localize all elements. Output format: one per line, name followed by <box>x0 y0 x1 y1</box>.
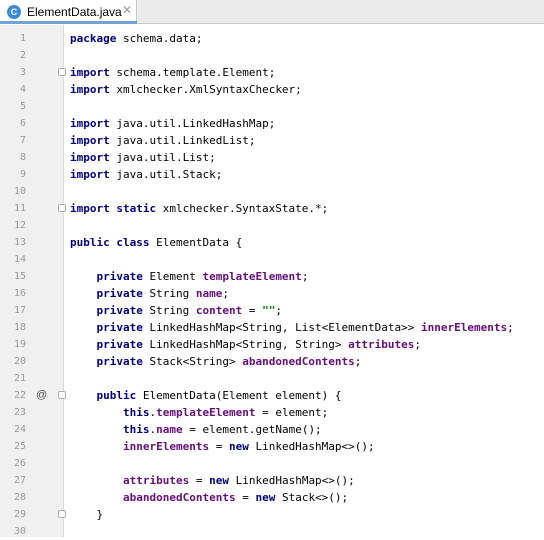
code-line[interactable]: 28 abandonedContents = new Stack<>(); <box>0 489 544 506</box>
code-line[interactable]: 10 <box>0 183 544 200</box>
line-number: 19 <box>13 339 26 350</box>
line-number: 14 <box>13 254 26 265</box>
line-number: 22 <box>13 390 26 401</box>
code-text: private LinkedHashMap<String, String> at… <box>70 338 422 351</box>
line-number: 3 <box>19 67 26 78</box>
code-line[interactable]: 2 <box>0 47 544 64</box>
code-line[interactable]: 30 <box>0 523 544 540</box>
code-text: attributes = new LinkedHashMap<>(); <box>70 474 355 487</box>
line-number: 23 <box>13 407 26 418</box>
code-text: public class ElementData { <box>70 236 243 249</box>
file-tab[interactable]: C ElementData.java ✕ <box>0 0 137 24</box>
line-number: 30 <box>13 526 26 537</box>
code-line[interactable]: 21 <box>0 370 544 387</box>
code-text: private Stack<String> abandonedContents; <box>70 355 362 368</box>
code-text: private Element templateElement; <box>70 270 309 283</box>
code-line[interactable]: 12 <box>0 217 544 234</box>
code-line[interactable]: 19 private LinkedHashMap<String, String>… <box>0 336 544 353</box>
line-number: 26 <box>13 458 26 469</box>
code-text: abandonedContents = new Stack<>(); <box>70 491 349 504</box>
line-number: 28 <box>13 492 26 503</box>
line-number: 4 <box>19 84 26 95</box>
fold-icon[interactable] <box>58 204 66 212</box>
code-line[interactable]: 17 private String content = ""; <box>0 302 544 319</box>
line-number: 29 <box>13 509 26 520</box>
close-icon[interactable]: ✕ <box>122 3 132 17</box>
line-number: 15 <box>13 271 26 282</box>
line-number: 5 <box>19 101 26 112</box>
code-text: import xmlchecker.XmlSyntaxChecker; <box>70 83 302 96</box>
override-annotation-icon[interactable]: @ <box>36 387 47 404</box>
code-text: innerElements = new LinkedHashMap<>(); <box>70 440 375 453</box>
line-number: 12 <box>13 220 26 231</box>
code-line[interactable]: 6 import java.util.LinkedHashMap; <box>0 115 544 132</box>
line-number: 9 <box>19 169 26 180</box>
code-line[interactable]: 22 @ public ElementData(Element element) … <box>0 387 544 404</box>
line-number: 18 <box>13 322 26 333</box>
code-text: import java.util.LinkedHashMap; <box>70 117 276 130</box>
code-line[interactable]: 4 import xmlchecker.XmlSyntaxChecker; <box>0 81 544 98</box>
line-number: 10 <box>13 186 26 197</box>
active-tab-indicator <box>0 21 137 24</box>
code-line[interactable]: 9 import java.util.Stack; <box>0 166 544 183</box>
code-text: public ElementData(Element element) { <box>70 389 342 402</box>
code-line[interactable]: 16 private String name; <box>0 285 544 302</box>
code-line[interactable]: 15 private Element templateElement; <box>0 268 544 285</box>
java-class-icon: C <box>7 5 21 19</box>
code-text: package schema.data; <box>70 32 203 45</box>
code-line[interactable]: 11 import static xmlchecker.SyntaxState.*… <box>0 200 544 217</box>
code-line[interactable]: 3 import schema.template.Element; <box>0 64 544 81</box>
code-text: import static xmlchecker.SyntaxState.*; <box>70 202 329 215</box>
code-line[interactable]: 23 this.templateElement = element; <box>0 404 544 421</box>
line-number: 24 <box>13 424 26 435</box>
code-line[interactable]: 5 <box>0 98 544 115</box>
code-line[interactable]: 8 import java.util.List; <box>0 149 544 166</box>
fold-icon[interactable] <box>58 391 66 399</box>
line-number: 21 <box>13 373 26 384</box>
code-text: this.templateElement = element; <box>70 406 329 419</box>
line-number: 6 <box>19 118 26 129</box>
code-line[interactable]: 7 import java.util.LinkedList; <box>0 132 544 149</box>
line-number: 2 <box>19 50 26 61</box>
code-line[interactable]: 26 <box>0 455 544 472</box>
code-text: } <box>70 508 104 521</box>
line-number: 27 <box>13 475 26 486</box>
code-line[interactable]: 18 private LinkedHashMap<String, List<El… <box>0 319 544 336</box>
code-text: private String name; <box>70 287 229 300</box>
code-text: import java.util.LinkedList; <box>70 134 256 147</box>
code-line[interactable]: 25 innerElements = new LinkedHashMap<>()… <box>0 438 544 455</box>
editor-tab-bar: C ElementData.java ✕ <box>0 0 544 24</box>
code-line[interactable]: 24 this.name = element.getName(); <box>0 421 544 438</box>
code-line[interactable]: 14 <box>0 251 544 268</box>
code-line[interactable]: 27 attributes = new LinkedHashMap<>(); <box>0 472 544 489</box>
code-editor[interactable]: 1 package schema.data; 2 3 import schema.tem… <box>0 25 544 537</box>
line-number: 16 <box>13 288 26 299</box>
code-text: private LinkedHashMap<String, List<Eleme… <box>70 321 514 334</box>
code-text: import schema.template.Element; <box>70 66 276 79</box>
code-line[interactable]: 1 package schema.data; <box>0 30 544 47</box>
code-text: import java.util.List; <box>70 151 216 164</box>
code-line[interactable]: 29 } <box>0 506 544 523</box>
line-number: 1 <box>19 33 26 44</box>
code-text: import java.util.Stack; <box>70 168 223 181</box>
fold-icon[interactable] <box>58 68 66 76</box>
line-number: 25 <box>13 441 26 452</box>
fold-icon[interactable] <box>58 510 66 518</box>
code-text: private String content = ""; <box>70 304 282 317</box>
code-line[interactable]: 13 public class ElementData { <box>0 234 544 251</box>
line-number: 20 <box>13 356 26 367</box>
code-line[interactable]: 20 private Stack<String> abandonedConten… <box>0 353 544 370</box>
line-number: 7 <box>19 135 26 146</box>
line-number: 13 <box>13 237 26 248</box>
file-tab-label: ElementData.java <box>27 5 122 19</box>
code-text: this.name = element.getName(); <box>70 423 322 436</box>
line-number: 11 <box>13 203 26 214</box>
line-number: 17 <box>13 305 26 316</box>
line-number: 8 <box>19 152 26 163</box>
